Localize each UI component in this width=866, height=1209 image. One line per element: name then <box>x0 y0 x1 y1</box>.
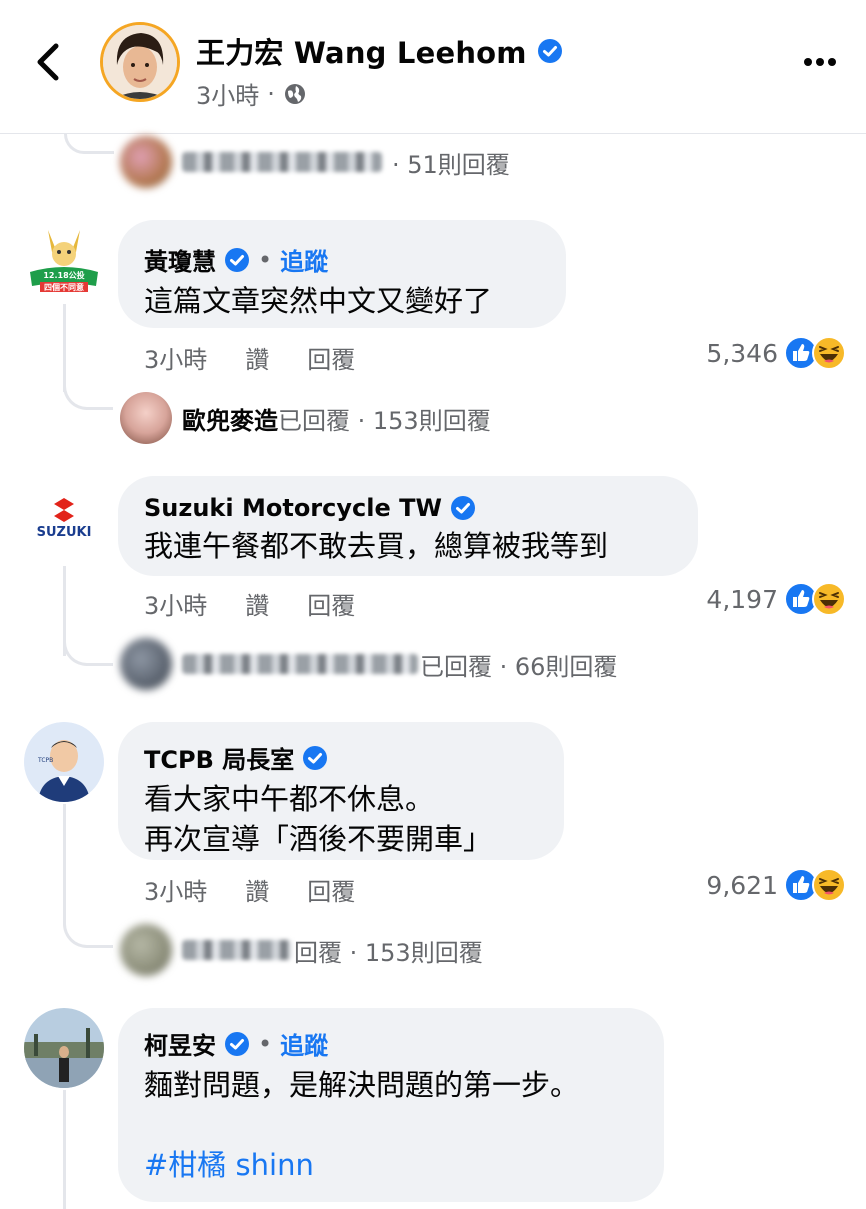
avatar-logo-text: SUZUKI <box>37 525 92 540</box>
blurred-name <box>182 654 418 674</box>
reply-summary[interactable]: 歐兜麥造 已回覆 · 153則回覆 <box>120 392 491 444</box>
reply-avatar <box>120 638 172 690</box>
meta-separator: · <box>267 79 275 108</box>
comment-author-row: TCPB 局長室 <box>144 740 538 775</box>
comment-author[interactable]: Suzuki Motorcycle TW <box>144 494 442 522</box>
reply-count: 已回覆 · 66則回覆 <box>420 652 618 681</box>
like-button[interactable]: 讚 <box>245 340 269 375</box>
comment-author-row: Suzuki Motorcycle TW <box>144 494 672 522</box>
comment-text-line: 再次宣導「酒後不要開車」 <box>144 822 493 856</box>
comment-bubble[interactable]: TCPB 局長室 看大家中午都不休息。 再次宣導「酒後不要開車」 <box>118 722 564 860</box>
post-meta: 3小時 · <box>196 76 307 111</box>
reply-author: 歐兜麥造 <box>182 406 278 435</box>
reaction-count: 5,346 <box>706 338 778 368</box>
page-name-text[interactable]: 王力宏 Wang Leehom <box>196 30 527 72</box>
comment-bubble[interactable]: 柯昱安 • 追蹤 麵對問題，是解決問題的第一步。 #柑橘 shinn <box>118 1008 664 1202</box>
svg-text:TCPB: TCPB <box>37 757 53 764</box>
like-button[interactable]: 讚 <box>245 872 269 907</box>
comment-text: 這篇文章突然中文又變好了 <box>144 284 493 318</box>
comment-avatar[interactable]: TCPB <box>24 722 104 802</box>
thread-connector <box>63 918 113 948</box>
reply-count: 已回覆 · 153則回覆 <box>278 406 491 435</box>
more-options-icon[interactable] <box>800 50 840 74</box>
thread-connector <box>63 380 113 410</box>
dot-separator: • <box>258 245 273 274</box>
verified-badge-icon <box>225 247 249 272</box>
reaction-summary[interactable]: 9,621 <box>706 868 846 902</box>
badge-text-slogan: 四個不同意 <box>44 282 84 292</box>
comment-author-row: 黃瓊慧 • 追蹤 <box>144 242 540 277</box>
reply-button[interactable]: 回覆 <box>307 586 355 621</box>
follow-button[interactable]: 追蹤 <box>280 242 328 277</box>
verified-badge-icon <box>450 496 475 520</box>
comment-time[interactable]: 3小時 <box>144 586 207 621</box>
badge-text-date: 12.18公投 <box>43 270 84 280</box>
comment-avatar[interactable] <box>24 1008 104 1088</box>
comment-author[interactable]: 黃瓊慧 <box>144 242 216 277</box>
comment-text: 我連午餐都不敢去買，總算被我等到 <box>144 529 609 563</box>
reply-summary[interactable]: 回覆 · 153則回覆 <box>120 924 483 976</box>
post-time[interactable]: 3小時 <box>196 76 259 111</box>
comment-author[interactable]: TCPB 局長室 <box>144 740 294 775</box>
page-name[interactable]: 王力宏 Wang Leehom <box>196 30 563 72</box>
like-button[interactable]: 讚 <box>245 586 269 621</box>
thread-line <box>63 1090 66 1209</box>
reply-avatar <box>120 392 172 444</box>
dot-separator: • <box>258 1029 273 1058</box>
page-avatar[interactable] <box>100 22 180 102</box>
comment-author[interactable]: 柯昱安 <box>144 1026 216 1061</box>
reaction-count: 4,197 <box>706 584 778 614</box>
comment-avatar[interactable]: SUZUKI <box>24 486 104 566</box>
comment-text: 麵對問題，是解決問題的第一步。 <box>144 1068 580 1102</box>
reply-button[interactable]: 回覆 <box>307 872 355 907</box>
thread-line <box>63 304 66 392</box>
comment-author-row: 柯昱安 • 追蹤 <box>144 1026 638 1061</box>
reaction-summary[interactable]: 4,197 <box>706 582 846 616</box>
comment-actions: 3小時 讚 回覆 <box>144 586 355 621</box>
globe-icon <box>284 83 305 104</box>
haha-reaction-icon <box>812 336 846 370</box>
haha-reaction-icon <box>812 582 846 616</box>
thread-connector <box>64 134 114 154</box>
reaction-count: 9,621 <box>706 870 778 900</box>
reply-count: · 51則回覆 <box>392 150 510 179</box>
back-chevron-icon[interactable] <box>30 40 70 84</box>
reply-summary[interactable]: 已回覆 · 66則回覆 <box>120 638 617 690</box>
post-header: 王力宏 Wang Leehom 3小時 · <box>0 0 866 134</box>
verified-badge-icon <box>225 1031 249 1056</box>
blurred-name <box>182 152 382 172</box>
comment-avatar[interactable]: 12.18公投 四個不同意 <box>24 222 104 302</box>
haha-reaction-icon <box>812 868 846 902</box>
comment-actions: 3小時 讚 回覆 <box>144 872 355 907</box>
blurred-name <box>182 940 292 960</box>
hashtag-link[interactable]: #柑橘 shinn <box>144 1145 638 1185</box>
reaction-summary[interactable]: 5,346 <box>706 336 846 370</box>
follow-button[interactable]: 追蹤 <box>280 1026 328 1061</box>
reply-count: 回覆 · 153則回覆 <box>294 938 483 967</box>
thread-line <box>63 804 66 924</box>
comment-bubble[interactable]: 黃瓊慧 • 追蹤 這篇文章突然中文又變好了 <box>118 220 566 328</box>
reply-button[interactable]: 回覆 <box>307 340 355 375</box>
comment-actions: 3小時 讚 回覆 <box>144 340 355 375</box>
comment-time[interactable]: 3小時 <box>144 872 207 907</box>
comment-bubble[interactable]: Suzuki Motorcycle TW 我連午餐都不敢去買，總算被我等到 <box>118 476 698 576</box>
reply-avatar <box>120 136 172 188</box>
comment-time[interactable]: 3小時 <box>144 340 207 375</box>
verified-badge-icon <box>537 39 562 63</box>
reply-avatar <box>120 924 172 976</box>
comment-text-line: 看大家中午都不休息。 <box>144 782 435 816</box>
reply-summary[interactable]: · 51則回覆 <box>120 136 510 188</box>
thread-connector <box>63 636 113 666</box>
verified-badge-icon <box>303 745 328 770</box>
